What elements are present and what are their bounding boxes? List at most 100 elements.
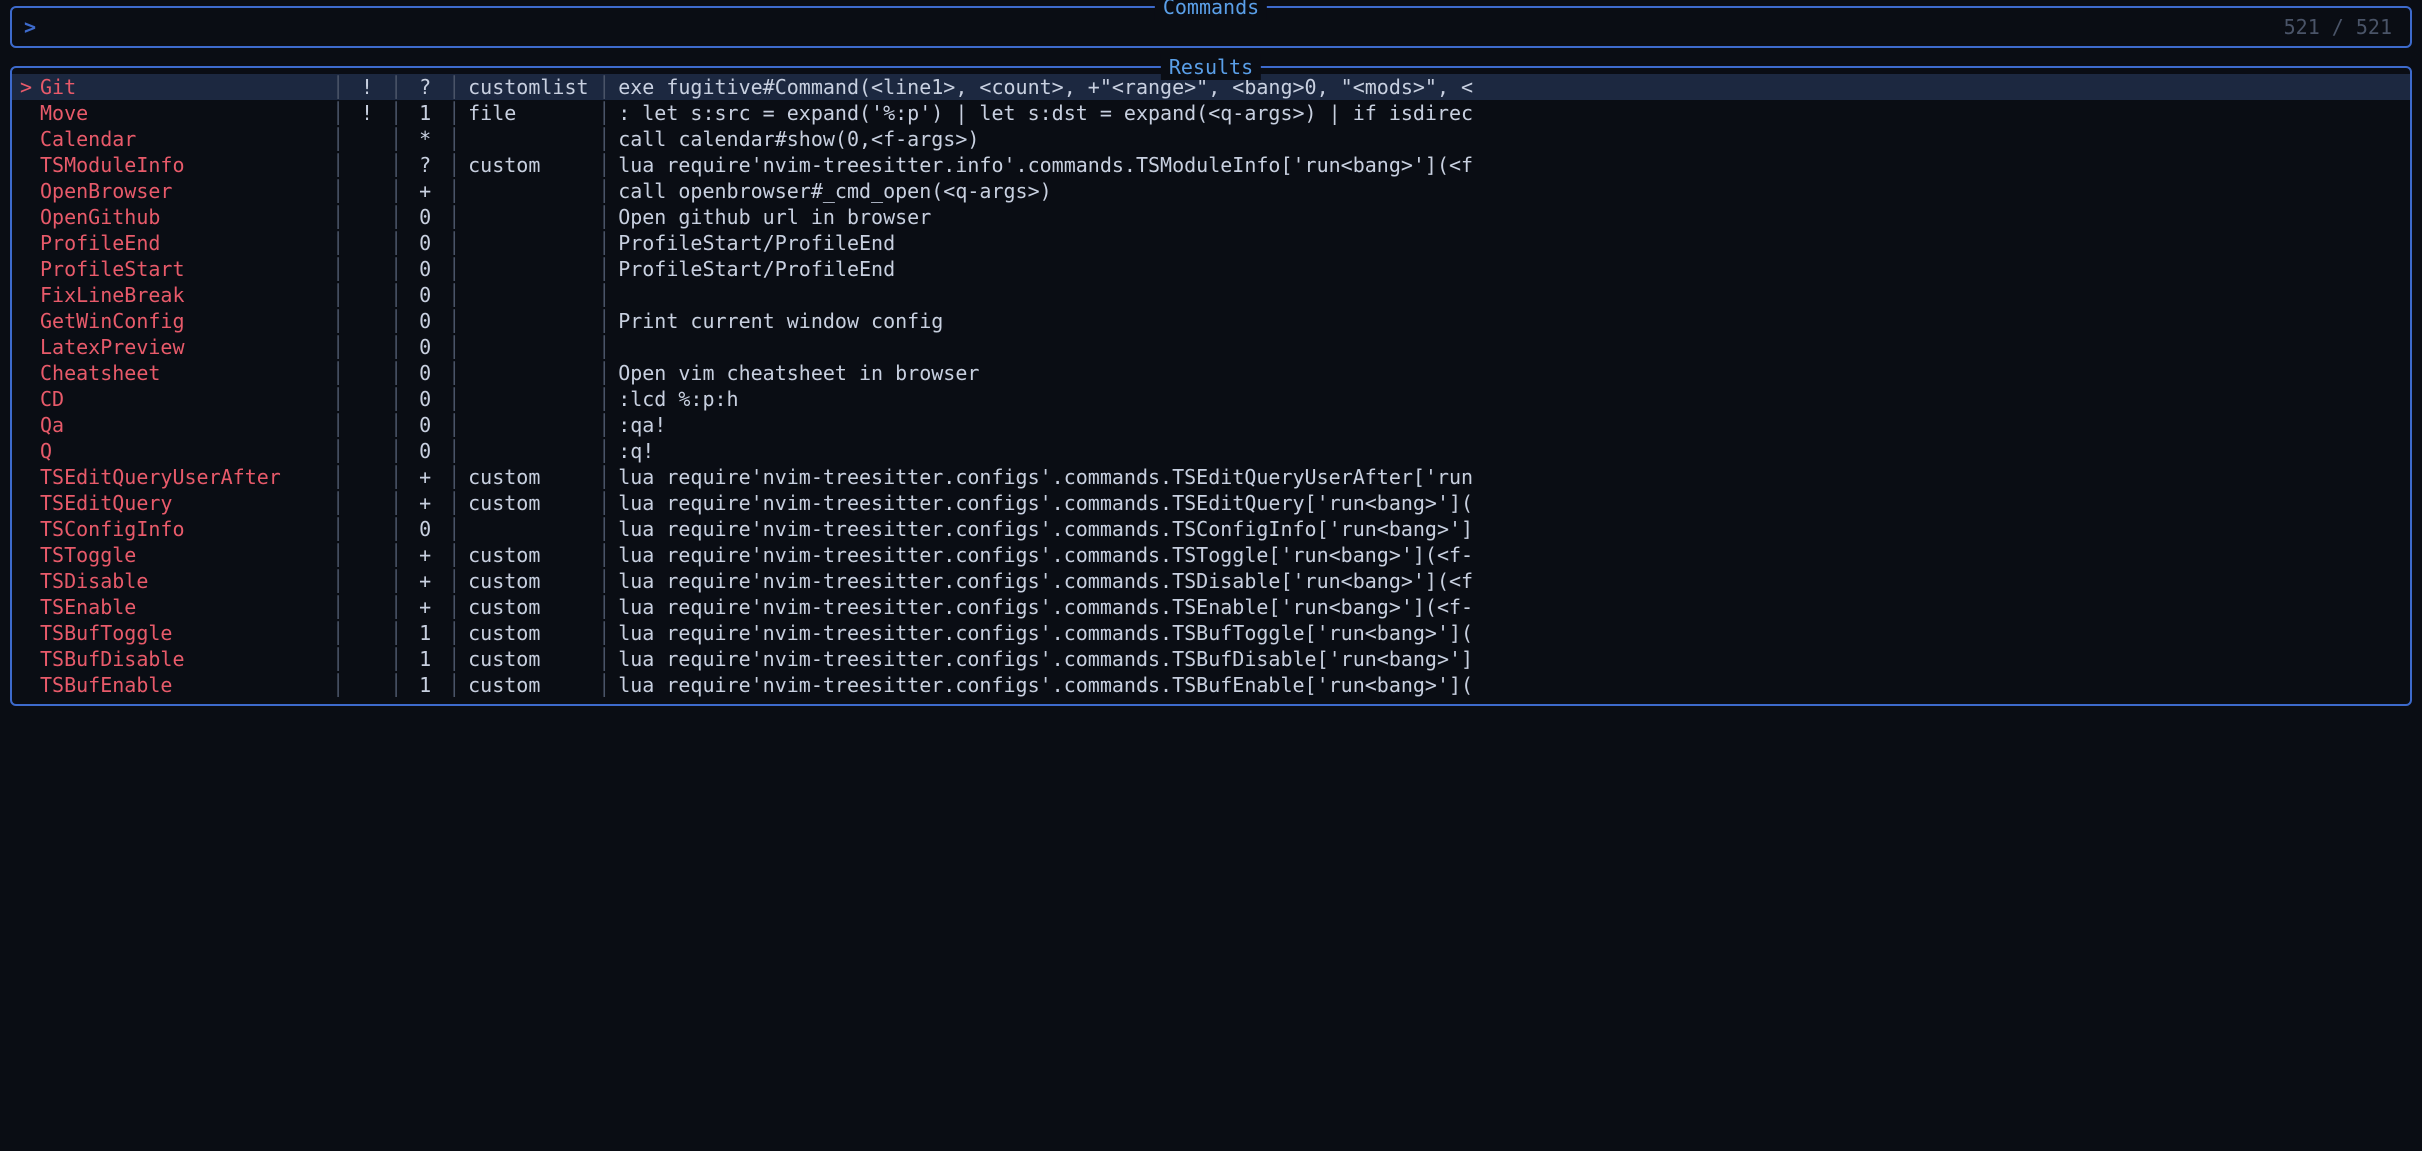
result-row[interactable]: Q││0││:q! xyxy=(12,438,2410,464)
selection-gutter xyxy=(12,386,40,412)
command-nargs: 0 xyxy=(404,282,446,308)
results-list[interactable]: >Git│!│?│customlist│exe fugitive#Command… xyxy=(12,74,2410,698)
column-separator: │ xyxy=(596,100,612,126)
selection-gutter xyxy=(12,334,40,360)
result-row[interactable]: OpenBrowser││+││call openbrowser#_cmd_op… xyxy=(12,178,2410,204)
result-row[interactable]: TSToggle││+│custom│lua require'nvim-tree… xyxy=(12,542,2410,568)
command-bang xyxy=(346,178,388,204)
column-separator: │ xyxy=(596,542,612,568)
command-complete xyxy=(462,360,596,386)
result-row[interactable]: Cheatsheet││0││Open vim cheatsheet in br… xyxy=(12,360,2410,386)
column-separator: │ xyxy=(388,334,404,360)
command-bang xyxy=(346,204,388,230)
command-name: FixLineBreak xyxy=(40,282,330,308)
column-separator: │ xyxy=(446,126,462,152)
column-separator: │ xyxy=(330,438,346,464)
column-separator: │ xyxy=(388,360,404,386)
selection-gutter xyxy=(12,568,40,594)
command-name: Qa xyxy=(40,412,330,438)
result-row[interactable]: TSEditQueryUserAfter││+│custom│lua requi… xyxy=(12,464,2410,490)
command-bang xyxy=(346,386,388,412)
selection-gutter xyxy=(12,204,40,230)
result-row[interactable]: GetWinConfig││0││Print current window co… xyxy=(12,308,2410,334)
command-nargs: ? xyxy=(404,152,446,178)
command-name: LatexPreview xyxy=(40,334,330,360)
command-nargs: + xyxy=(404,464,446,490)
command-name: Q xyxy=(40,438,330,464)
results-counter: 521 / 521 xyxy=(2284,14,2392,40)
result-row[interactable]: TSBufToggle││1│custom│lua require'nvim-t… xyxy=(12,620,2410,646)
column-separator: │ xyxy=(388,620,404,646)
command-name: TSEditQueryUserAfter xyxy=(40,464,330,490)
selection-gutter xyxy=(12,178,40,204)
command-nargs: + xyxy=(404,594,446,620)
column-separator: │ xyxy=(388,178,404,204)
selection-gutter xyxy=(12,412,40,438)
command-nargs: 0 xyxy=(404,334,446,360)
command-definition: lua require'nvim-treesitter.configs'.com… xyxy=(612,542,2410,568)
result-row[interactable]: ProfileStart││0││ProfileStart/ProfileEnd xyxy=(12,256,2410,282)
command-complete: custom xyxy=(462,152,596,178)
command-bang xyxy=(346,620,388,646)
command-bang xyxy=(346,516,388,542)
result-row[interactable]: TSBufDisable││1│custom│lua require'nvim-… xyxy=(12,646,2410,672)
command-bang xyxy=(346,594,388,620)
command-complete: custom xyxy=(462,490,596,516)
command-name: ProfileStart xyxy=(40,256,330,282)
column-separator: │ xyxy=(330,256,346,282)
result-row[interactable]: ProfileEnd││0││ProfileStart/ProfileEnd xyxy=(12,230,2410,256)
result-row[interactable]: TSConfigInfo││0││lua require'nvim-treesi… xyxy=(12,516,2410,542)
column-separator: │ xyxy=(388,568,404,594)
command-complete xyxy=(462,126,596,152)
column-separator: │ xyxy=(596,152,612,178)
result-row[interactable]: TSBufEnable││1│custom│lua require'nvim-t… xyxy=(12,672,2410,698)
column-separator: │ xyxy=(596,438,612,464)
command-definition: lua require'nvim-treesitter.configs'.com… xyxy=(612,646,2410,672)
command-nargs: 0 xyxy=(404,386,446,412)
column-separator: │ xyxy=(388,464,404,490)
result-row[interactable]: CD││0││:lcd %:p:h xyxy=(12,386,2410,412)
result-row[interactable]: TSModuleInfo││?│custom│lua require'nvim-… xyxy=(12,152,2410,178)
column-separator: │ xyxy=(330,490,346,516)
result-row[interactable]: FixLineBreak││0││ xyxy=(12,282,2410,308)
command-definition: lua require'nvim-treesitter.configs'.com… xyxy=(612,516,2410,542)
command-definition: lua require'nvim-treesitter.configs'.com… xyxy=(612,464,2410,490)
column-separator: │ xyxy=(330,334,346,360)
column-separator: │ xyxy=(330,386,346,412)
result-row[interactable]: OpenGithub││0││Open github url in browse… xyxy=(12,204,2410,230)
column-separator: │ xyxy=(446,282,462,308)
column-separator: │ xyxy=(446,516,462,542)
column-separator: │ xyxy=(388,490,404,516)
column-separator: │ xyxy=(596,204,612,230)
result-row[interactable]: Calendar││*││call calendar#show(0,<f-arg… xyxy=(12,126,2410,152)
column-separator: │ xyxy=(446,464,462,490)
column-separator: │ xyxy=(330,126,346,152)
column-separator: │ xyxy=(330,100,346,126)
command-definition: lua require'nvim-treesitter.configs'.com… xyxy=(612,568,2410,594)
result-row[interactable]: LatexPreview││0││ xyxy=(12,334,2410,360)
result-row[interactable]: TSEditQuery││+│custom│lua require'nvim-t… xyxy=(12,490,2410,516)
column-separator: │ xyxy=(596,594,612,620)
command-definition: exe fugitive#Command(<line1>, <count>, +… xyxy=(612,74,2410,100)
command-bang: ! xyxy=(346,100,388,126)
command-nargs: 0 xyxy=(404,516,446,542)
result-row[interactable]: Qa││0││:qa! xyxy=(12,412,2410,438)
commands-panel-title: Commands xyxy=(1155,0,1267,20)
command-nargs: 0 xyxy=(404,308,446,334)
column-separator: │ xyxy=(330,308,346,334)
command-bang xyxy=(346,412,388,438)
command-definition: Open vim cheatsheet in browser xyxy=(612,360,2410,386)
column-separator: │ xyxy=(596,74,612,100)
result-row[interactable]: TSDisable││+│custom│lua require'nvim-tre… xyxy=(12,568,2410,594)
command-name: TSBufEnable xyxy=(40,672,330,698)
command-nargs: 1 xyxy=(404,100,446,126)
result-row[interactable]: TSEnable││+│custom│lua require'nvim-tree… xyxy=(12,594,2410,620)
column-separator: │ xyxy=(446,646,462,672)
column-separator: │ xyxy=(596,126,612,152)
column-separator: │ xyxy=(330,594,346,620)
column-separator: │ xyxy=(388,412,404,438)
result-row[interactable]: Move│!│1│file│: let s:src = expand('%:p'… xyxy=(12,100,2410,126)
column-separator: │ xyxy=(446,256,462,282)
selection-gutter xyxy=(12,516,40,542)
column-separator: │ xyxy=(388,126,404,152)
